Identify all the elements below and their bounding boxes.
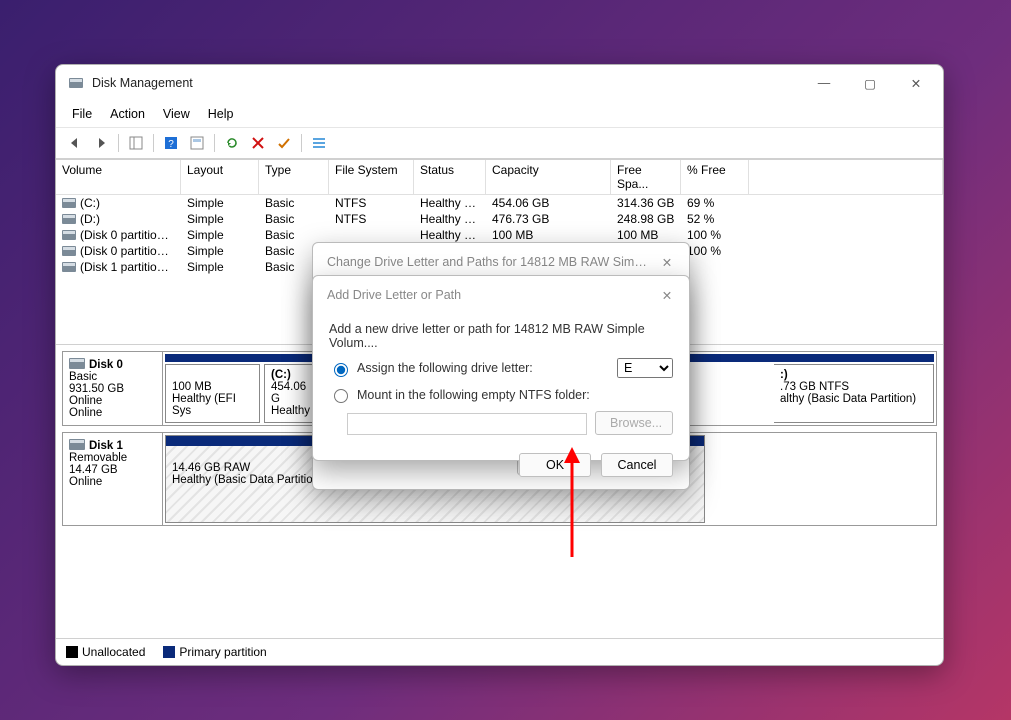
delete-icon[interactable]	[247, 132, 269, 154]
show-hide-console-tree-icon[interactable]	[125, 132, 147, 154]
disk-0-info: Disk 0 Basic 931.50 GB Online Online	[63, 352, 163, 425]
mount-path-input[interactable]	[347, 413, 587, 435]
menu-file[interactable]: File	[64, 103, 100, 125]
app-icon	[68, 75, 84, 91]
close-icon[interactable]: ✕	[653, 248, 681, 276]
check-icon[interactable]	[273, 132, 295, 154]
menubar: File Action View Help	[56, 101, 943, 128]
forward-icon[interactable]	[90, 132, 112, 154]
ok-button[interactable]: OK	[519, 453, 591, 477]
dialog-subtitle: Add a new drive letter or path for 14812…	[329, 322, 673, 350]
close-icon[interactable]: ✕	[653, 281, 681, 309]
titlebar: Disk Management — ▢ ✕	[56, 65, 943, 101]
volume-header: Volume Layout Type File System Status Ca…	[56, 160, 943, 195]
disk-icon	[69, 439, 85, 450]
drive-letter-select[interactable]: E	[617, 358, 673, 378]
browse-button[interactable]: Browse...	[595, 411, 673, 435]
properties-icon[interactable]	[186, 132, 208, 154]
mount-folder-radio[interactable]	[334, 389, 348, 403]
window-title: Disk Management	[92, 76, 801, 90]
cancel-button[interactable]: Cancel	[601, 453, 673, 477]
disk-icon	[69, 358, 85, 369]
close-button[interactable]: ✕	[893, 67, 939, 99]
mount-folder-label: Mount in the following empty NTFS folder…	[357, 388, 590, 402]
svg-text:?: ?	[168, 139, 174, 150]
disk-0-partition-d[interactable]: :) .73 GB NTFS althy (Basic Data Partiti…	[774, 364, 934, 423]
disk-1-info: Disk 1 Removable 14.47 GB Online	[63, 433, 163, 525]
volume-row[interactable]: (C:) Simple Basic NTFS Healthy (B... 454…	[56, 195, 943, 211]
volume-row[interactable]: (Disk 0 partition 1) Simple Basic Health…	[56, 227, 943, 243]
minimize-button[interactable]: —	[801, 67, 847, 99]
back-icon[interactable]	[64, 132, 86, 154]
assign-letter-label: Assign the following drive letter:	[357, 361, 533, 375]
volume-row[interactable]: (D:) Simple Basic NTFS Healthy (B... 476…	[56, 211, 943, 227]
add-drive-letter-dialog: Add Drive Letter or Path ✕ Add a new dri…	[312, 275, 690, 461]
menu-help[interactable]: Help	[200, 103, 242, 125]
list-icon[interactable]	[308, 132, 330, 154]
disk-0-partition-1[interactable]: 100 MB Healthy (EFI Sys	[165, 364, 260, 423]
refresh-icon[interactable]	[221, 132, 243, 154]
help-icon[interactable]: ?	[160, 132, 182, 154]
menu-view[interactable]: View	[155, 103, 198, 125]
toolbar: ?	[56, 128, 943, 159]
assign-letter-radio[interactable]	[334, 363, 348, 377]
menu-action[interactable]: Action	[102, 103, 153, 125]
legend: Unallocated Primary partition	[56, 638, 943, 665]
dialog-title: Add Drive Letter or Path ✕	[313, 276, 689, 314]
maximize-button[interactable]: ▢	[847, 67, 893, 99]
